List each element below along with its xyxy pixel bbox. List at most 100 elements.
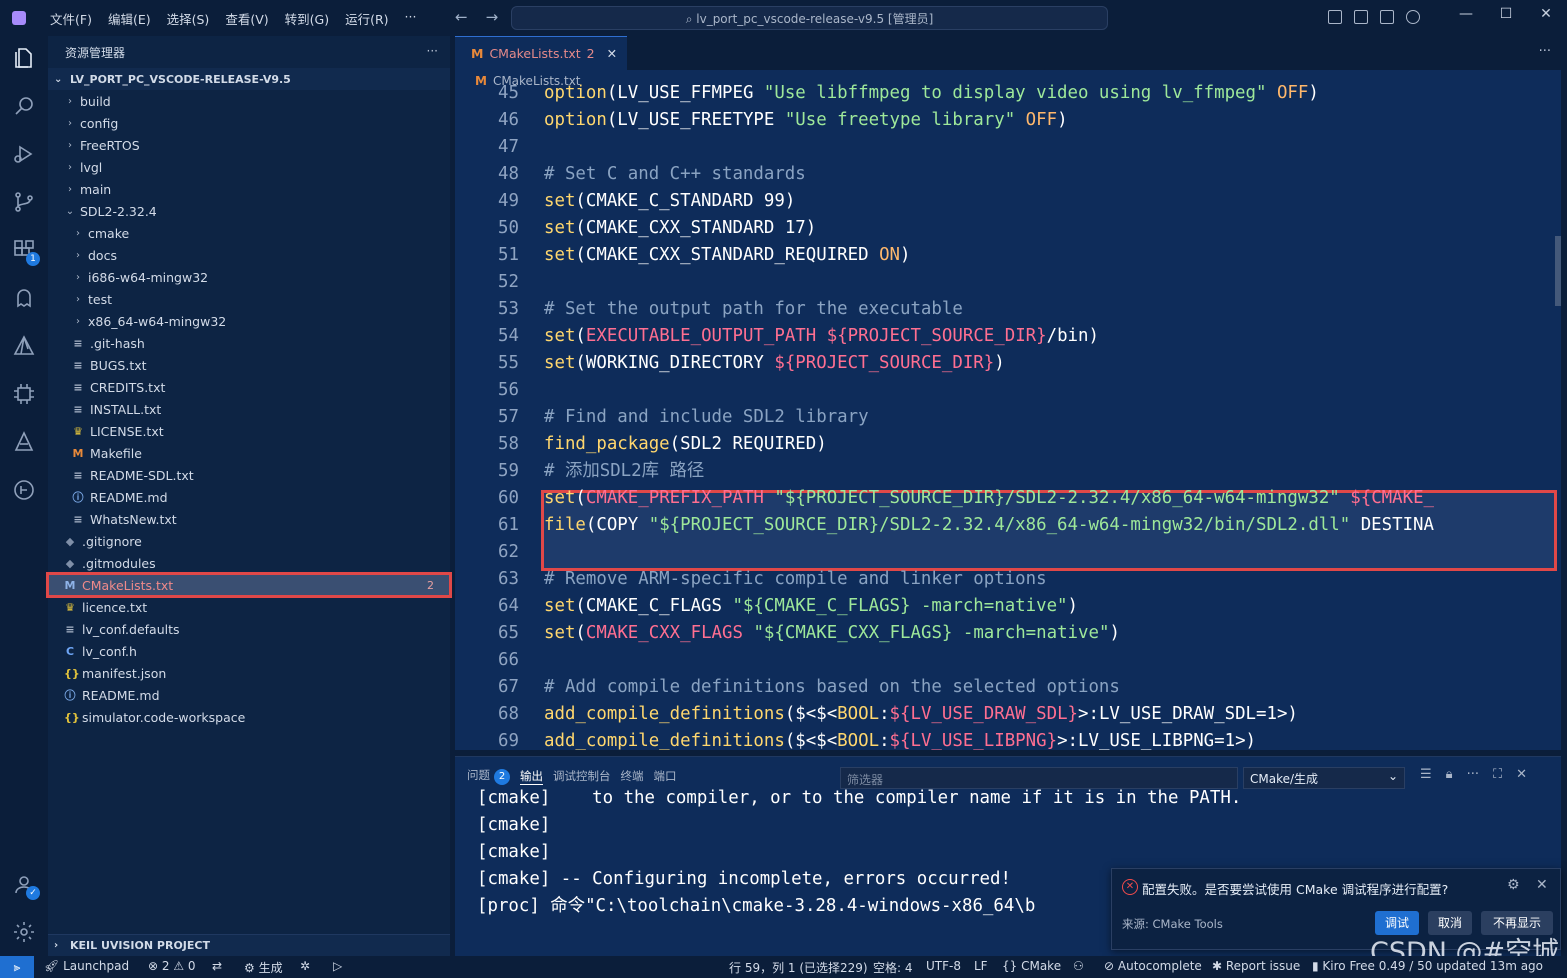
toggle-sidebar-icon[interactable]: [1354, 10, 1368, 24]
editor-more-icon[interactable]: ···: [1539, 44, 1551, 59]
minimize-icon[interactable]: —: [1446, 6, 1486, 22]
panel-more-icon[interactable]: ···: [1467, 767, 1479, 782]
menu-view[interactable]: 查看(V): [217, 9, 276, 28]
tree-folder[interactable]: › config: [48, 112, 450, 134]
remote-icon[interactable]: ⫸: [0, 956, 34, 978]
sync-icon[interactable]: ⇄: [212, 959, 222, 973]
tree-file[interactable]: ≡ .git-hash: [48, 332, 450, 354]
code-token: (: [575, 623, 586, 643]
tree-folder[interactable]: › lvgl: [48, 156, 450, 178]
code-text: set(CMAKE_CXX_STANDARD_REQUIRED ON): [544, 242, 911, 269]
maximize-panel-icon[interactable]: ⛶: [1493, 767, 1502, 782]
notification-settings-icon[interactable]: ⚙: [1507, 877, 1520, 893]
launchpad-status[interactable]: 🚀︎ Launchpad: [44, 959, 129, 973]
cmake-icon[interactable]: [12, 334, 36, 358]
workspace-root[interactable]: ⌄ LV_PORT_PC_VSCODE-RELEASE-V9.5: [48, 68, 450, 90]
tree-file[interactable]: ⓘ README.md: [48, 486, 450, 508]
tree-folder[interactable]: › main: [48, 178, 450, 200]
tree-file[interactable]: ⓘ README.md: [48, 684, 450, 706]
tree-folder[interactable]: ⌄ SDL2-2.32.4: [48, 200, 450, 222]
tree-folder[interactable]: › test: [48, 288, 450, 310]
tree-folder[interactable]: › i686-w64-mingw32: [48, 266, 450, 288]
notification-source: 来源: CMake Tools: [1122, 917, 1223, 931]
problems-status[interactable]: ⊗ 2 ⚠ 0: [148, 959, 196, 973]
source-control-icon[interactable]: [12, 190, 36, 214]
code-view[interactable]: 45 option(LV_USE_FFMPEG "Use libffmpeg to…: [455, 83, 1561, 750]
build-status[interactable]: ⚙ 生成: [244, 959, 283, 976]
lock-icon[interactable]: 🔒︎: [1446, 767, 1453, 782]
debug-bug-icon[interactable]: ✲: [300, 959, 310, 973]
tree-file[interactable]: Clv_conf.h: [48, 640, 450, 662]
line-number: 54: [498, 326, 519, 346]
cursor-position[interactable]: 行 59，列 1 (已选择229): [729, 959, 868, 976]
close-window-icon[interactable]: ✕: [1526, 6, 1566, 22]
keil-project-section[interactable]: › KEIL UVISION PROJECT: [48, 934, 450, 956]
forward-arrow-icon[interactable]: →: [486, 8, 499, 26]
tree-file[interactable]: ◆ .gitignore: [48, 530, 450, 552]
tree-file[interactable]: ♛ licence.txt: [48, 596, 450, 618]
indentation[interactable]: 空格: 4: [873, 959, 913, 976]
tree-file[interactable]: ≡ INSTALL.txt: [48, 398, 450, 420]
tree-file[interactable]: ≡ BUGS.txt: [48, 354, 450, 376]
remote-explorer-icon[interactable]: [12, 478, 36, 502]
search-icon[interactable]: [12, 94, 36, 118]
command-center-search[interactable]: ⌕ lv_port_pc_vscode-release-v9.5 [管理员]: [511, 6, 1108, 30]
copilot-icon[interactable]: ⚇: [1073, 959, 1084, 973]
end-of-line[interactable]: LF: [974, 959, 988, 973]
tree-folder[interactable]: › x86_64-w64-mingw32: [48, 310, 450, 332]
layout-customize-icon[interactable]: [1328, 10, 1342, 24]
menu-file[interactable]: 文件(F): [42, 9, 100, 28]
settings-gear-icon[interactable]: [12, 920, 36, 944]
tree-file[interactable]: {} simulator.code-workspace: [48, 706, 450, 728]
maximize-icon[interactable]: ☐: [1486, 6, 1526, 22]
toggle-panel-icon[interactable]: [1380, 10, 1394, 24]
tree-file[interactable]: ♛ LICENSE.txt: [48, 420, 450, 442]
kiro-icon[interactable]: [12, 286, 36, 310]
output-channel-select[interactable]: CMake/生成 ⌄: [1243, 767, 1405, 789]
tab-problems[interactable]: 问题 2: [467, 767, 510, 785]
tree-file[interactable]: M CMakeLists.txt 2: [46, 572, 452, 598]
close-tab-icon[interactable]: ✕: [607, 46, 617, 61]
run-debug-icon[interactable]: [12, 142, 36, 166]
back-arrow-icon[interactable]: ←: [455, 8, 468, 26]
tree-file[interactable]: {} manifest.json: [48, 662, 450, 684]
tree-folder[interactable]: › docs: [48, 244, 450, 266]
tree-file[interactable]: ≡ README-SDL.txt: [48, 464, 450, 486]
menu-selection[interactable]: 选择(S): [159, 9, 218, 28]
chat-icon[interactable]: [1406, 10, 1420, 24]
tree-folder[interactable]: › FreeRTOS: [48, 134, 450, 156]
tree-folder[interactable]: › build: [48, 90, 450, 112]
tab-terminal[interactable]: 终端: [621, 768, 644, 784]
explorer-icon[interactable]: [12, 46, 36, 70]
kiro-status[interactable]: ▮ Kiro Free 0.49 / 50 updated 13m ago: [1312, 959, 1543, 973]
report-issue[interactable]: ✱ Report issue: [1212, 959, 1300, 973]
notification-close-icon[interactable]: ✕: [1536, 877, 1548, 893]
tab-cmakelists[interactable]: M CMakeLists.txt 2 ✕: [455, 36, 628, 70]
tab-ports[interactable]: 端口: [654, 768, 677, 784]
tree-file[interactable]: ≡ WhatsNew.txt: [48, 508, 450, 530]
tree-file[interactable]: ≡ lv_conf.defaults: [48, 618, 450, 640]
code-text: option(LV_USE_FFMPEG "Use libffmpeg to d…: [544, 80, 1319, 107]
code-text: # Set the output path for the executable: [544, 296, 963, 323]
run-play-icon[interactable]: ▷: [333, 959, 342, 973]
tree-folder[interactable]: › cmake: [48, 222, 450, 244]
tree-file[interactable]: M Makefile: [48, 442, 450, 464]
close-panel-icon[interactable]: ✕: [1516, 767, 1527, 782]
tree-file[interactable]: ≡ CREDITS.txt: [48, 376, 450, 398]
explorer-more-icon[interactable]: ···: [427, 44, 438, 58]
tree-file[interactable]: ◆ .gitmodules: [48, 552, 450, 574]
encoding[interactable]: UTF-8: [926, 959, 961, 973]
menu-run[interactable]: 运行(R): [337, 9, 396, 28]
menu-edit[interactable]: 编辑(E): [100, 9, 159, 28]
autocomplete-status[interactable]: ⊘ Autocomplete: [1104, 959, 1202, 973]
tab-output[interactable]: 输出: [520, 768, 543, 785]
deploy-icon[interactable]: [12, 430, 36, 454]
menu-go[interactable]: 转到(G): [277, 9, 337, 28]
menu-more[interactable]: ···: [397, 9, 425, 28]
editor-scrollbar[interactable]: [1555, 236, 1561, 306]
list-filter-icon[interactable]: ☰: [1420, 767, 1432, 782]
chip-icon[interactable]: [12, 382, 36, 406]
tab-debug-console[interactable]: 调试控制台: [553, 768, 611, 784]
language-mode[interactable]: {} CMake: [1002, 959, 1061, 973]
